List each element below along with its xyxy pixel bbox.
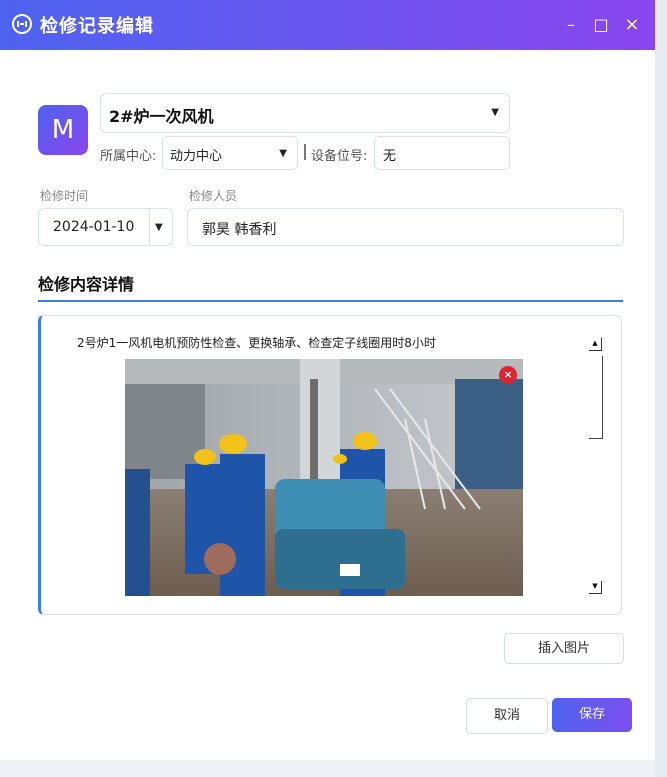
repair-date-picker[interactable]: 2024-01-10 ▼ (38, 208, 173, 246)
chevron-down-icon: ▼ (279, 148, 287, 159)
app-logo-icon (12, 14, 32, 34)
repair-people-value: 郭昊 韩香利 (202, 222, 277, 238)
device-select-value: 2#炉一次风机 (109, 107, 214, 126)
cancel-button[interactable]: 取消 (466, 698, 548, 734)
photo-illustration (125, 359, 523, 596)
scroll-up-arrow[interactable]: ▲ (589, 338, 602, 351)
save-button[interactable]: 保存 (552, 698, 632, 732)
repair-date-value: 2024-01-10 (53, 219, 135, 235)
scroll-down-arrow[interactable]: ▼ (589, 581, 602, 594)
window-title: 检修记录编辑 (40, 16, 154, 37)
chevron-down-icon: ▼ (491, 107, 499, 118)
close-icon[interactable]: × (621, 14, 643, 36)
position-input[interactable]: 无 (374, 136, 510, 170)
chevron-down-icon[interactable]: ▼ (155, 222, 163, 233)
position-label: 设备位号: (311, 149, 368, 164)
repair-people-label: 检修人员 (189, 189, 238, 203)
separator (304, 144, 306, 160)
section-underline (38, 300, 623, 302)
content-editor[interactable]: 2号炉1一风机电机预防性检查、更换轴承、检查定子线圈用时8小时 × ▲ ▼ (38, 315, 622, 615)
title-bar[interactable]: 检修记录编辑 – □ × (0, 0, 655, 50)
position-input-value: 无 (383, 149, 397, 164)
remove-photo-icon[interactable]: × (499, 366, 517, 384)
window-edge (655, 0, 667, 777)
repair-people-input[interactable]: 郭昊 韩香利 (187, 208, 624, 246)
section-title: 检修内容详情 (38, 275, 135, 294)
avatar: M (38, 105, 88, 155)
center-select[interactable]: 动力中心 ▼ (162, 136, 298, 170)
scrollbar-thumb[interactable] (589, 356, 603, 439)
content-text[interactable]: 2号炉1一风机电机预防性检查、更换轴承、检查定子线圈用时8小时 (77, 334, 436, 351)
repair-date-label: 检修时间 (40, 189, 89, 203)
center-select-value: 动力中心 (170, 149, 223, 164)
minimize-icon[interactable]: – (560, 14, 582, 36)
insert-image-button[interactable]: 插入图片 (504, 633, 624, 664)
maximize-icon[interactable]: □ (590, 14, 612, 36)
repair-record-dialog: 检修记录编辑 – □ × M 2#炉一次风机 ▼ 所属中心: 动力中心 ▼ 设备… (0, 0, 655, 760)
device-select[interactable]: 2#炉一次风机 ▼ (100, 93, 510, 133)
center-label: 所属中心: (100, 149, 157, 164)
date-divider (149, 209, 150, 245)
repair-photo[interactable] (125, 359, 523, 596)
